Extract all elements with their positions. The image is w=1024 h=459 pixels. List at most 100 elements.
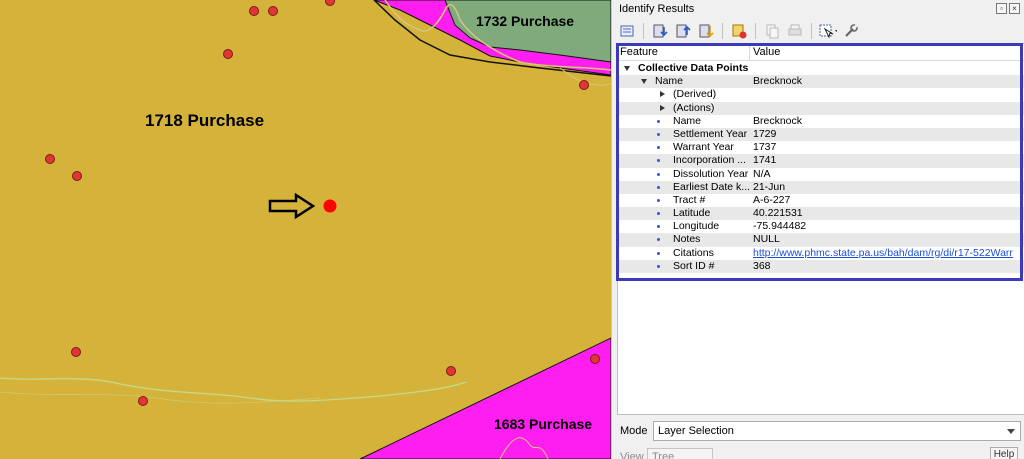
attribute-value: -75.944482	[753, 220, 807, 233]
view-dropdown[interactable]: Tree	[647, 448, 713, 459]
collapsed-arrow-icon[interactable]	[660, 104, 665, 111]
attribute-row[interactable]: Sort ID # 368	[618, 259, 1024, 273]
expand-arrow-icon[interactable]	[624, 66, 630, 71]
map-point	[249, 6, 259, 16]
purchase-1718-label: 1718 Purchase	[145, 111, 265, 130]
attribute-name: Latitude	[673, 207, 711, 220]
derived-label: (Derived)	[673, 88, 717, 101]
stream-line	[0, 391, 321, 404]
purchase-1732-label: 1732 Purchase	[476, 13, 575, 29]
collapse-icon[interactable]	[674, 22, 692, 40]
mode-dropdown[interactable]: Layer Selection	[653, 421, 1021, 441]
feature-key: Name	[655, 75, 684, 88]
mode-row: Mode Layer Selection	[617, 421, 1021, 441]
map-point	[325, 0, 335, 6]
attribute-name: Sort ID #	[673, 259, 715, 272]
tree-row-derived[interactable]: (Derived)	[618, 88, 1024, 101]
attribute-value: 1741	[753, 154, 777, 167]
attribute-name: Earliest Date k...	[673, 180, 751, 193]
map-point	[579, 80, 589, 90]
attribute-row[interactable]: Warrant Year 1737	[618, 141, 1024, 154]
attribute-name: Citations	[673, 246, 714, 259]
close-panel-icon[interactable]: ×	[1009, 3, 1020, 14]
app-window: 1718 Purchase 1732 Purchase 1683 Purchas…	[0, 0, 1024, 459]
panel-title: Identify Results	[619, 3, 695, 15]
attribute-name: Longitude	[673, 220, 720, 233]
view-dropdown-value: Tree	[652, 451, 675, 459]
attribute-rows: Name Brecknock Settlement Year 1729 Warrant …	[618, 115, 1024, 273]
arrow-right-icon	[268, 192, 316, 220]
attribute-name: Tract #	[673, 193, 706, 206]
attribute-row[interactable]: Citations http://www.phmc.state.pa.us/bah…	[618, 247, 1024, 260]
attribute-value: 1737	[753, 141, 777, 154]
attribute-name: Name	[673, 114, 702, 127]
identify-toolbar	[618, 20, 860, 42]
tree-row-layer[interactable]: Collective Data Points	[618, 62, 1024, 75]
map-point	[45, 154, 55, 164]
bullet-icon	[657, 119, 660, 123]
results-tree-body: Collective Data Points Name Brecknock (D…	[618, 62, 1024, 273]
attribute-row[interactable]: Name Brecknock	[618, 115, 1024, 128]
attribute-row[interactable]: Settlement Year 1729	[618, 127, 1024, 142]
bullet-icon	[657, 146, 660, 150]
attribute-name: Settlement Year	[673, 127, 748, 140]
bullet-icon	[657, 185, 660, 189]
copy-icon[interactable]	[763, 22, 781, 40]
map-point	[268, 6, 278, 16]
bullet-icon	[657, 251, 660, 255]
feature-value: Brecknock	[753, 75, 803, 88]
map-point	[71, 347, 81, 357]
layer-name: Collective Data Points	[638, 62, 749, 74]
attribute-row[interactable]: Dissolution Year N/A	[618, 168, 1024, 181]
collapsed-arrow-icon[interactable]	[660, 91, 665, 98]
column-header-value[interactable]: Value	[753, 46, 780, 58]
attribute-row[interactable]: Latitude 40.221531	[618, 207, 1024, 221]
toolbar-separator	[722, 23, 723, 39]
attribute-name: Warrant Year	[673, 141, 734, 154]
results-tree[interactable]: Feature Value Collective Data Points Nam…	[617, 43, 1024, 415]
attribute-name: Notes	[673, 233, 701, 246]
select-features-icon[interactable]	[819, 22, 837, 40]
bullet-icon	[657, 212, 660, 216]
map-point	[446, 366, 456, 376]
clear-results-icon[interactable]	[730, 22, 748, 40]
settings-icon[interactable]	[842, 22, 860, 40]
attribute-link[interactable]: http://www.phmc.state.pa.us/bah/dam/rg/d…	[753, 247, 1013, 260]
mode-dropdown-value: Layer Selection	[658, 425, 734, 437]
expand-all-icon[interactable]	[697, 22, 715, 40]
expand-tree-icon[interactable]	[618, 22, 636, 40]
panel-title-buttons: ▫ ×	[996, 3, 1020, 14]
attribute-value: 21-Jun	[753, 180, 786, 193]
toolbar-separator	[755, 23, 756, 39]
bullet-icon	[657, 225, 660, 229]
selected-map-point	[323, 199, 337, 213]
map-point	[138, 396, 148, 406]
attribute-row[interactable]: Incorporation ... 1741	[618, 154, 1024, 168]
bullet-icon	[657, 132, 660, 136]
bullet-icon	[657, 159, 660, 163]
purchase-1683-area	[359, 337, 611, 459]
attribute-row[interactable]: Longitude -75.944482	[618, 220, 1024, 233]
tree-row-feature[interactable]: Name Brecknock	[618, 75, 1024, 89]
map-point	[590, 354, 600, 364]
expand-arrow-icon[interactable]	[641, 79, 647, 85]
map-canvas[interactable]: 1718 Purchase 1732 Purchase 1683 Purchas…	[0, 0, 611, 459]
attribute-row[interactable]: Notes NULL	[618, 233, 1024, 247]
attribute-value: Brecknock	[753, 114, 803, 127]
column-header-feature[interactable]: Feature	[620, 46, 658, 58]
attribute-name: Incorporation ...	[673, 154, 746, 167]
float-panel-icon[interactable]: ▫	[996, 3, 1007, 14]
bullet-icon	[657, 264, 660, 268]
bullet-icon	[657, 172, 660, 176]
map-point	[72, 171, 82, 181]
expand-new-results-icon[interactable]	[651, 22, 669, 40]
attribute-value: 1729	[753, 127, 777, 140]
attribute-row[interactable]: Earliest Date k... 21-Jun	[618, 180, 1024, 194]
tree-row-actions[interactable]: (Actions)	[618, 101, 1024, 115]
print-icon[interactable]	[786, 22, 804, 40]
mode-label: Mode	[620, 425, 648, 437]
bullet-icon	[657, 238, 660, 242]
help-button[interactable]: Help	[990, 447, 1018, 459]
column-separator[interactable]	[749, 44, 750, 61]
attribute-row[interactable]: Tract # A-6-227	[618, 194, 1024, 207]
